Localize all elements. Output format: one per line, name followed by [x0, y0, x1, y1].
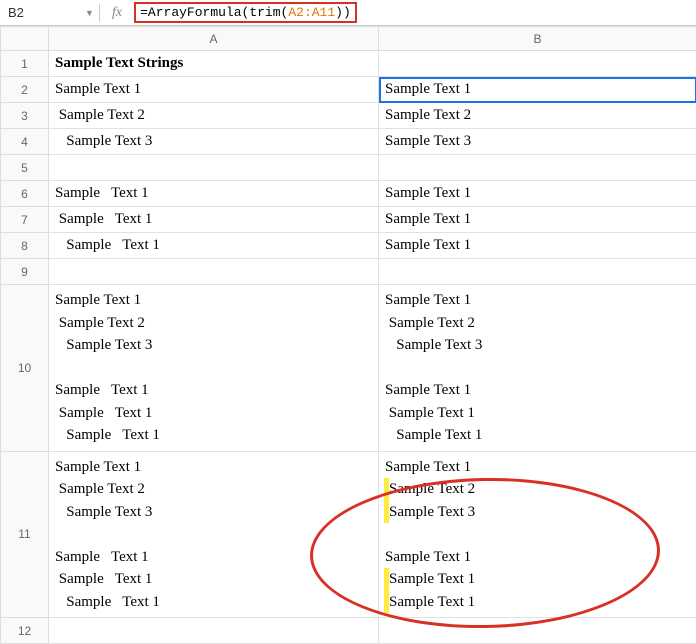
- row-header[interactable]: 10: [1, 285, 49, 452]
- row-header[interactable]: 9: [1, 259, 49, 285]
- divider: [99, 4, 100, 22]
- select-all-corner[interactable]: [1, 27, 49, 51]
- cell-reference[interactable]: B2: [0, 5, 85, 20]
- formula-suffix: )): [335, 5, 351, 20]
- table-row: 10Sample Text 1 Sample Text 2 Sample Tex…: [1, 285, 696, 452]
- cell[interactable]: Sample Text 1: [379, 207, 696, 233]
- cell[interactable]: [49, 259, 379, 285]
- table-row: 2Sample Text 1Sample Text 1: [1, 77, 696, 103]
- row-header[interactable]: 3: [1, 103, 49, 129]
- cell[interactable]: [379, 259, 696, 285]
- table-row: 1Sample Text Strings: [1, 51, 696, 77]
- table-row: 6Sample Text 1Sample Text 1: [1, 181, 696, 207]
- fx-icon[interactable]: fx: [104, 5, 130, 21]
- row-header[interactable]: 12: [1, 618, 49, 644]
- row-header[interactable]: 1: [1, 51, 49, 77]
- formula-text: =ArrayFormula(trim(: [140, 5, 288, 20]
- table-row: 5: [1, 155, 696, 181]
- cell[interactable]: [379, 155, 696, 181]
- formula-highlight: =ArrayFormula(trim(A2:A11)): [134, 2, 357, 23]
- formula-input[interactable]: =ArrayFormula(trim(A2:A11)): [130, 2, 696, 23]
- table-row: 11Sample Text 1 Sample Text 2 Sample Tex…: [1, 451, 696, 618]
- cell[interactable]: [49, 618, 379, 644]
- cell[interactable]: Sample Text 1: [49, 233, 379, 259]
- row-header[interactable]: 11: [1, 451, 49, 618]
- row-header[interactable]: 7: [1, 207, 49, 233]
- cell[interactable]: Sample Text 3: [49, 129, 379, 155]
- cell[interactable]: Sample Text 1Sample Text 2Sample Text 3 …: [379, 451, 696, 618]
- table-row: 8 Sample Text 1Sample Text 1: [1, 233, 696, 259]
- row-header[interactable]: 6: [1, 181, 49, 207]
- row-header[interactable]: 5: [1, 155, 49, 181]
- cell[interactable]: [49, 155, 379, 181]
- cell[interactable]: Sample Text 1: [49, 77, 379, 103]
- cell[interactable]: [379, 618, 696, 644]
- cell[interactable]: Sample Text Strings: [49, 51, 379, 77]
- cell[interactable]: Sample Text 1: [379, 233, 696, 259]
- cell[interactable]: Sample Text 1: [49, 207, 379, 233]
- cell[interactable]: Sample Text 1: [379, 181, 696, 207]
- column-header-row: A B: [1, 27, 696, 51]
- cell[interactable]: Sample Text 1: [49, 181, 379, 207]
- cell[interactable]: Sample Text 1: [379, 77, 696, 103]
- row-header[interactable]: 8: [1, 233, 49, 259]
- row-header[interactable]: 4: [1, 129, 49, 155]
- row-header[interactable]: 2: [1, 77, 49, 103]
- cell[interactable]: Sample Text 3: [379, 129, 696, 155]
- cell[interactable]: [379, 51, 696, 77]
- cell[interactable]: Sample Text 1 Sample Text 2 Sample Text …: [49, 285, 379, 452]
- table-row: 9: [1, 259, 696, 285]
- cell[interactable]: Sample Text 1 Sample Text 2 Sample Text …: [379, 285, 696, 452]
- formula-range: A2:A11: [288, 5, 335, 20]
- formula-bar: B2 ▼ fx =ArrayFormula(trim(A2:A11)): [0, 0, 696, 26]
- column-header-a[interactable]: A: [49, 27, 379, 51]
- grid-table: A B 1Sample Text Strings2Sample Text 1Sa…: [0, 26, 696, 644]
- chevron-down-icon[interactable]: ▼: [85, 8, 95, 18]
- column-header-b[interactable]: B: [379, 27, 696, 51]
- table-row: 12: [1, 618, 696, 644]
- cell[interactable]: Sample Text 2: [49, 103, 379, 129]
- table-row: 4 Sample Text 3Sample Text 3: [1, 129, 696, 155]
- cell[interactable]: Sample Text 1 Sample Text 2 Sample Text …: [49, 451, 379, 618]
- table-row: 3 Sample Text 2Sample Text 2: [1, 103, 696, 129]
- spreadsheet-grid: A B 1Sample Text Strings2Sample Text 1Sa…: [0, 26, 696, 644]
- cell[interactable]: Sample Text 2: [379, 103, 696, 129]
- table-row: 7 Sample Text 1Sample Text 1: [1, 207, 696, 233]
